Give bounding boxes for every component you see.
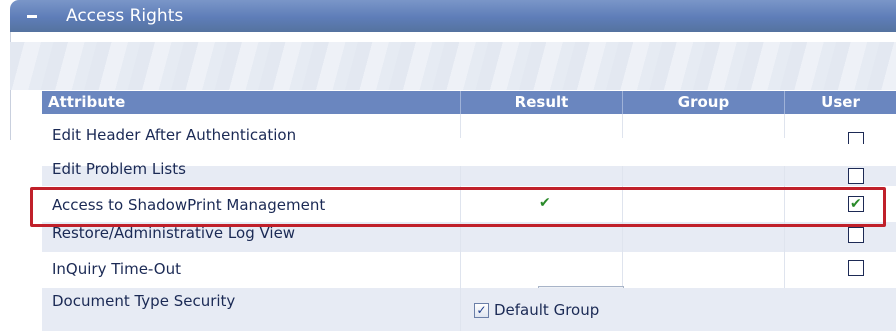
table-header: Attribute Result Group User xyxy=(42,91,896,114)
table-row: InQuiry Time-Out xyxy=(42,252,896,288)
user-checkbox[interactable] xyxy=(848,227,864,243)
table-row: Edit Header After Authentication xyxy=(42,114,896,148)
panel-header: Access Rights xyxy=(10,0,896,32)
user-checkbox[interactable] xyxy=(848,260,864,276)
column-header-result: Result xyxy=(460,91,622,114)
attribute-label: Document Type Security xyxy=(52,292,236,310)
user-checkbox[interactable] xyxy=(848,168,864,184)
user-cell xyxy=(784,114,896,138)
attribute-label: Edit Problem Lists xyxy=(52,160,186,178)
highlight-box xyxy=(30,187,886,227)
result-cell xyxy=(460,252,622,288)
table-row: Edit Problem Lists xyxy=(42,160,896,186)
decorative-band xyxy=(10,42,896,90)
result-cell xyxy=(460,166,622,186)
result-cell xyxy=(460,114,622,138)
column-header-user: User xyxy=(784,91,896,114)
group-cell xyxy=(622,252,784,288)
collapse-icon[interactable] xyxy=(27,15,37,18)
table-row: Document Type Security xyxy=(42,288,896,331)
default-group-label: Default Group xyxy=(494,301,600,319)
group-cell xyxy=(622,166,784,186)
user-cell xyxy=(784,166,896,186)
group-cell xyxy=(622,114,784,138)
panel-title: Access Rights xyxy=(66,6,184,26)
user-cell xyxy=(784,252,896,288)
column-header-attribute: Attribute xyxy=(48,93,126,111)
column-header-group: Group xyxy=(622,91,784,114)
attribute-label: Edit Header After Authentication xyxy=(52,126,297,144)
default-group-checkbox[interactable]: ✓ xyxy=(474,303,489,318)
attribute-label: InQuiry Time-Out xyxy=(52,260,181,278)
